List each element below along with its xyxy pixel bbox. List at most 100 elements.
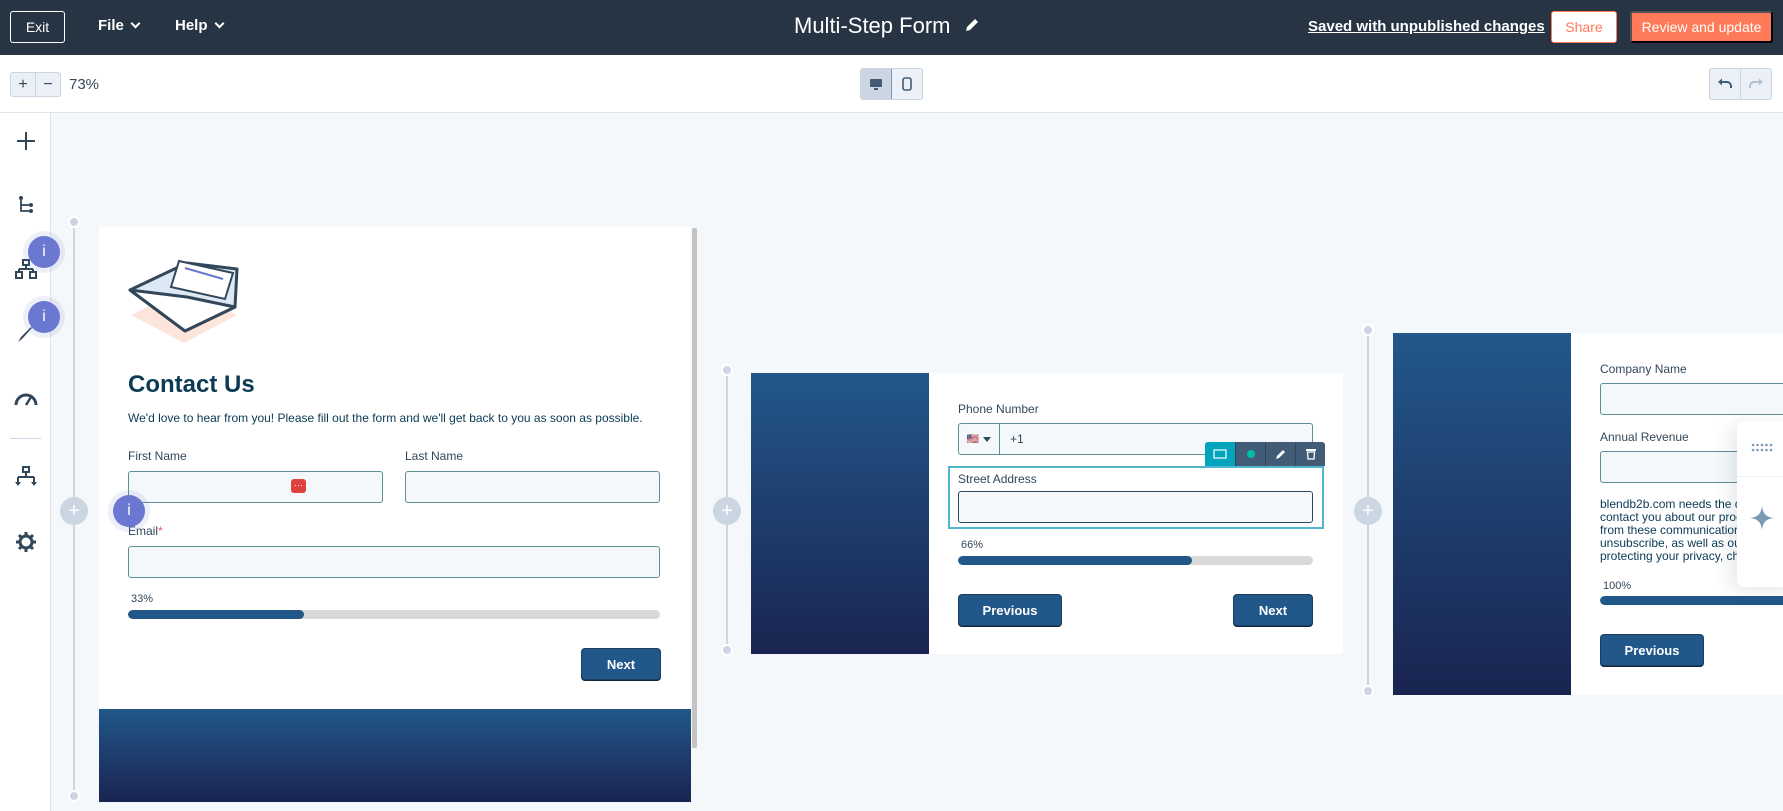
tree-icon: [19, 196, 33, 213]
info-badge[interactable]: i: [28, 301, 60, 333]
desktop-icon: [870, 78, 882, 90]
file-menu[interactable]: File: [98, 17, 141, 34]
field-label: Annual Revenue: [1600, 430, 1689, 444]
zoom-level: 73%: [69, 76, 100, 93]
save-status-link[interactable]: Saved with unpublished changes: [1308, 18, 1545, 35]
next-button[interactable]: Next: [581, 648, 661, 680]
undo-icon: [1718, 78, 1732, 88]
form-step-1[interactable]: Contact Us We'd love to hear from you! P…: [99, 227, 691, 802]
previous-button[interactable]: Previous: [958, 594, 1062, 626]
footer-banner: [99, 709, 691, 802]
field-type-button[interactable]: [1205, 442, 1235, 466]
ai-assistant-button[interactable]: [1750, 506, 1774, 535]
progress-label: 66%: [961, 539, 984, 551]
company-name-input[interactable]: [1600, 383, 1783, 415]
redo-button[interactable]: [1741, 69, 1771, 99]
file-menu-label: File: [98, 17, 124, 34]
undo-button[interactable]: [1710, 69, 1741, 99]
scrollbar[interactable]: [692, 228, 697, 748]
add-step-button[interactable]: +: [60, 497, 88, 525]
step-connector-dot: [68, 216, 80, 228]
field-label: Last Name: [405, 449, 464, 463]
mobile-view-button[interactable]: [892, 69, 922, 99]
field-label: Phone Number: [958, 402, 1039, 416]
side-banner: [1393, 333, 1571, 695]
review-and-update-button[interactable]: Review and update: [1630, 11, 1773, 43]
sparkle-icon: [1750, 506, 1774, 530]
next-button[interactable]: Next: [1233, 594, 1313, 626]
step-connector-dot: [721, 364, 733, 376]
delete-field-button[interactable]: [1295, 442, 1325, 466]
floating-tools-panel: [1737, 421, 1783, 587]
pencil-icon[interactable]: [964, 17, 980, 33]
panel-divider: [1737, 476, 1783, 477]
form-step-2[interactable]: Phone Number 🇺🇸 +1 Street Address 66% Pr…: [751, 373, 1343, 654]
rail-divider: [10, 438, 41, 439]
country-code-select[interactable]: 🇺🇸: [958, 423, 1000, 455]
progress-bar: [1600, 596, 1783, 605]
form-heading: Contact Us: [128, 371, 255, 398]
zoom-out-button[interactable]: −: [36, 73, 60, 96]
desktop-view-button[interactable]: [861, 69, 892, 99]
trash-icon: [1305, 449, 1316, 460]
mobile-icon: [902, 77, 912, 91]
field-label: First Name: [128, 449, 187, 463]
info-badge[interactable]: i: [28, 236, 60, 268]
grip-icon: [1751, 443, 1773, 452]
left-rail: [0, 113, 51, 811]
field-label: Street Address: [958, 472, 1037, 486]
help-menu-label: Help: [175, 17, 208, 34]
progress-label: 33%: [131, 593, 154, 605]
share-button[interactable]: Share: [1551, 11, 1617, 43]
field-label: Company Name: [1600, 362, 1687, 376]
zoom-in-button[interactable]: +: [11, 73, 36, 96]
rail-item-settings[interactable]: [14, 530, 38, 554]
exit-button[interactable]: Exit: [10, 11, 65, 43]
form-description: We'd love to hear from you! Please fill …: [128, 411, 643, 425]
us-flag-icon: 🇺🇸: [966, 433, 980, 445]
form-step-3[interactable]: Company Name Annual Revenue blendb2b.com…: [1393, 333, 1783, 695]
email-input[interactable]: [128, 546, 660, 578]
envelope-illustration: [128, 259, 239, 343]
rail-item-performance[interactable]: [14, 387, 38, 411]
step-connector-dot: [721, 644, 733, 656]
required-marker: *: [158, 524, 163, 538]
editor-toolbar: + − 73%: [0, 55, 1783, 113]
step-connector-dot: [1362, 324, 1374, 336]
progress-label: 100%: [1603, 580, 1632, 592]
progress-fill: [128, 610, 304, 619]
rail-item-add[interactable]: [14, 129, 38, 153]
input-field-icon: [1213, 449, 1227, 459]
help-menu[interactable]: Help: [175, 17, 224, 34]
status-dot-icon: [1246, 450, 1255, 458]
step-connector-dot: [1362, 685, 1374, 697]
redo-icon: [1749, 78, 1763, 88]
add-step-button[interactable]: +: [713, 497, 741, 525]
first-name-input[interactable]: ···: [128, 471, 383, 503]
progress-fill: [958, 556, 1193, 565]
last-name-input[interactable]: [405, 471, 660, 503]
chevron-down-icon: [214, 18, 224, 29]
pencil-icon: [1275, 450, 1285, 459]
field-actions-toolbar: [1205, 442, 1325, 466]
top-bar: Exit File Help Multi-Step Form Saved wit…: [0, 0, 1783, 55]
previous-button[interactable]: Previous: [1600, 634, 1704, 666]
phone-prefix: +1: [1010, 432, 1024, 446]
rail-item-workflow[interactable]: [14, 465, 38, 489]
password-manager-icon[interactable]: ···: [291, 479, 306, 493]
rail-item-structure[interactable]: [14, 193, 38, 217]
add-step-button[interactable]: +: [1354, 497, 1382, 525]
progress-bar: [128, 610, 660, 619]
info-badge[interactable]: i: [113, 495, 145, 527]
field-status-button[interactable]: [1235, 442, 1265, 466]
chevron-down-icon: [130, 18, 141, 29]
step-connector-dot: [68, 790, 80, 802]
zoom-controls: + −: [10, 72, 61, 97]
speedometer-icon: [14, 393, 38, 406]
drag-handle[interactable]: [1751, 441, 1773, 459]
progress-bar: [958, 556, 1313, 565]
gear-icon: [16, 532, 36, 552]
edit-field-button[interactable]: [1265, 442, 1295, 466]
street-address-input[interactable]: [958, 491, 1313, 523]
workflow-icon: [15, 466, 37, 486]
